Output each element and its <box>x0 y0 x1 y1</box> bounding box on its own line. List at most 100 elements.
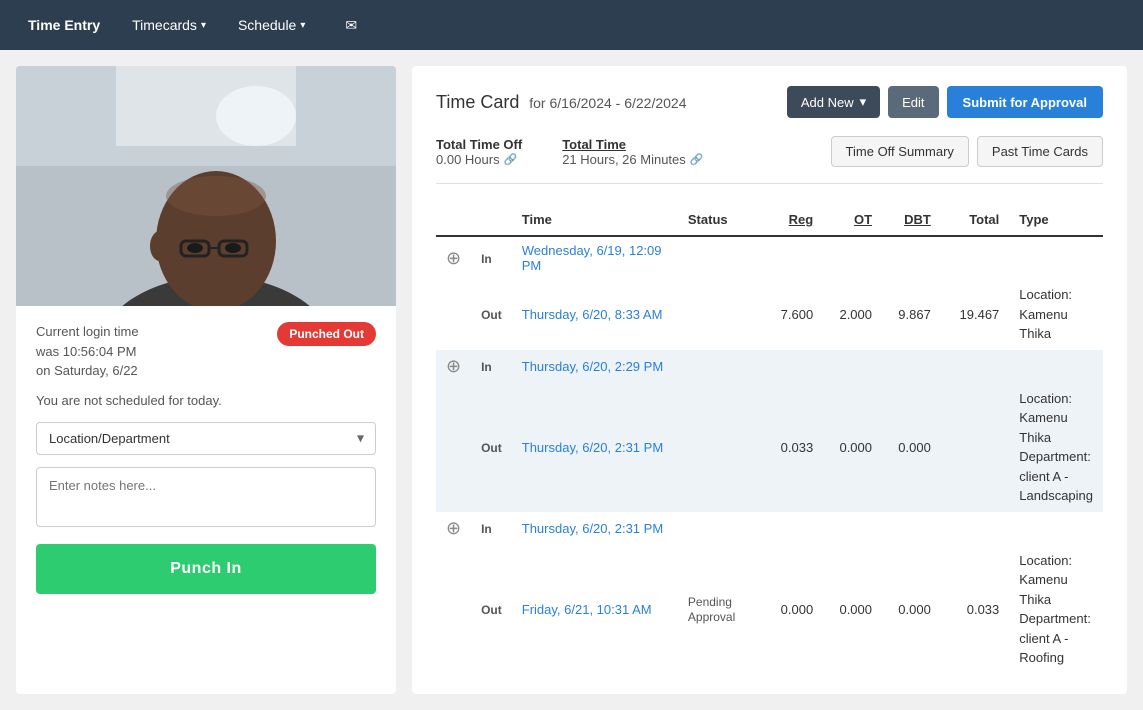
row-time: Thursday, 6/20, 2:31 PM <box>512 512 678 545</box>
row-reg <box>764 236 823 279</box>
total-time-label[interactable]: Total Time <box>562 137 703 152</box>
summary-right: Time Off Summary Past Time Cards <box>831 136 1103 167</box>
profile-photo <box>16 66 396 306</box>
row-status <box>678 350 764 383</box>
mail-icon: ✉ <box>345 17 357 34</box>
add-new-button[interactable]: Add New ▾ <box>787 86 880 118</box>
past-time-cards-button[interactable]: Past Time Cards <box>977 136 1103 167</box>
timecard-date-range: for 6/16/2024 - 6/22/2024 <box>529 95 686 111</box>
total-time-off-label: Total Time Off <box>436 137 522 152</box>
th-icon <box>436 204 471 236</box>
row-dbt <box>882 350 941 383</box>
time-off-summary-button[interactable]: Time Off Summary <box>831 136 969 167</box>
time-off-ext-link-icon[interactable]: 🔗 <box>504 153 518 166</box>
th-dbt: DBT <box>882 204 941 236</box>
add-new-chevron-icon: ▾ <box>860 94 867 110</box>
add-circle-icon[interactable]: ⊕ <box>446 356 461 376</box>
row-status <box>678 383 764 512</box>
login-time-line2: was 10:56:04 PM <box>36 342 139 362</box>
table-row: OutFriday, 6/21, 10:31 AMPending Approva… <box>436 545 1103 674</box>
row-status <box>678 279 764 350</box>
row-time: Thursday, 6/20, 2:29 PM <box>512 350 678 383</box>
total-time-amount: 21 Hours, 26 Minutes <box>562 152 686 167</box>
login-time-row: Current login time was 10:56:04 PM on Sa… <box>36 322 376 381</box>
row-inout-label: In <box>471 512 512 545</box>
login-date: on Saturday, 6/22 <box>36 361 139 381</box>
nav-timecards[interactable]: Timecards ▾ <box>120 9 218 41</box>
row-time: Wednesday, 6/19, 12:09 PM <box>512 236 678 279</box>
location-department-select[interactable]: Location/Department <box>36 422 376 455</box>
location-department-wrapper: Location/Department <box>36 422 376 455</box>
row-dbt <box>882 512 941 545</box>
add-circle-icon[interactable]: ⊕ <box>446 518 461 538</box>
row-reg: 0.033 <box>764 383 823 512</box>
login-time-line1: Current login time <box>36 322 139 342</box>
row-dbt: 0.000 <box>882 545 941 674</box>
row-ot: 2.000 <box>823 279 882 350</box>
nav-mail[interactable]: ✉ <box>333 9 369 42</box>
timecards-chevron-icon: ▾ <box>201 20 206 31</box>
row-add-circle[interactable]: ⊕ <box>436 350 471 383</box>
right-panel: Time Card for 6/16/2024 - 6/22/2024 Add … <box>412 66 1127 694</box>
nav-schedule-label: Schedule <box>238 17 296 33</box>
row-ot: 0.000 <box>823 545 882 674</box>
row-inout-label: Out <box>471 545 512 674</box>
th-total: Total <box>941 204 1009 236</box>
total-time-off-amount: 0.00 Hours <box>436 152 500 167</box>
profile-photo-svg <box>16 66 396 306</box>
notes-input[interactable] <box>36 467 376 527</box>
table-row: ⊕InWednesday, 6/19, 12:09 PM <box>436 236 1103 279</box>
row-reg: 0.000 <box>764 545 823 674</box>
th-reg: Reg <box>764 204 823 236</box>
row-ot: 0.000 <box>823 383 882 512</box>
summary-row: Total Time Off 0.00 Hours 🔗 Total Time 2… <box>436 136 1103 184</box>
nav-time-entry[interactable]: Time Entry <box>16 9 112 41</box>
punch-in-button[interactable]: Punch In <box>36 544 376 594</box>
row-inout-label: In <box>471 350 512 383</box>
row-add-circle <box>436 383 471 512</box>
row-dbt: 0.000 <box>882 383 941 512</box>
total-time-value: 21 Hours, 26 Minutes 🔗 <box>562 152 703 167</box>
nav-time-entry-label: Time Entry <box>28 17 100 33</box>
row-ot <box>823 236 882 279</box>
main-layout: Current login time was 10:56:04 PM on Sa… <box>0 50 1143 710</box>
header-buttons: Add New ▾ Edit Submit for Approval <box>787 86 1103 118</box>
total-time-off-item: Total Time Off 0.00 Hours 🔗 <box>436 137 522 167</box>
row-dbt: 9.867 <box>882 279 941 350</box>
row-ot <box>823 350 882 383</box>
total-time-off-value: 0.00 Hours 🔗 <box>436 152 522 167</box>
row-type: Location: Kamenu ThikaDepartment: client… <box>1009 545 1103 674</box>
row-add-circle[interactable]: ⊕ <box>436 512 471 545</box>
row-total <box>941 236 1009 279</box>
timecard-header: Time Card for 6/16/2024 - 6/22/2024 Add … <box>436 86 1103 118</box>
row-status <box>678 512 764 545</box>
add-circle-icon[interactable]: ⊕ <box>446 248 461 268</box>
row-status: Pending Approval <box>678 545 764 674</box>
submit-approval-button[interactable]: Submit for Approval <box>947 86 1103 118</box>
row-dbt <box>882 236 941 279</box>
time-table: Time Status Reg OT DBT Total Type ⊕InWed… <box>436 204 1103 674</box>
row-total: 0.033 <box>941 545 1009 674</box>
row-type: Location: Kamenu Thika <box>1009 279 1103 350</box>
nav-timecards-label: Timecards <box>132 17 197 33</box>
edit-button[interactable]: Edit <box>888 86 938 118</box>
total-time-ext-link-icon[interactable]: 🔗 <box>690 153 704 166</box>
row-reg: 7.600 <box>764 279 823 350</box>
th-status: Status <box>678 204 764 236</box>
nav-schedule[interactable]: Schedule ▾ <box>226 9 317 41</box>
row-total <box>941 512 1009 545</box>
row-inout-label: Out <box>471 279 512 350</box>
total-time-item: Total Time 21 Hours, 26 Minutes 🔗 <box>562 137 703 167</box>
row-add-circle <box>436 545 471 674</box>
row-inout-label: Out <box>471 383 512 512</box>
summary-left: Total Time Off 0.00 Hours 🔗 Total Time 2… <box>436 137 703 167</box>
th-ot: OT <box>823 204 882 236</box>
row-time: Thursday, 6/20, 2:31 PM <box>512 383 678 512</box>
row-add-circle[interactable]: ⊕ <box>436 236 471 279</box>
not-scheduled-text: You are not scheduled for today. <box>36 393 376 408</box>
th-inout <box>471 204 512 236</box>
th-time: Time <box>512 204 678 236</box>
row-type <box>1009 512 1103 545</box>
row-type <box>1009 350 1103 383</box>
row-add-circle <box>436 279 471 350</box>
